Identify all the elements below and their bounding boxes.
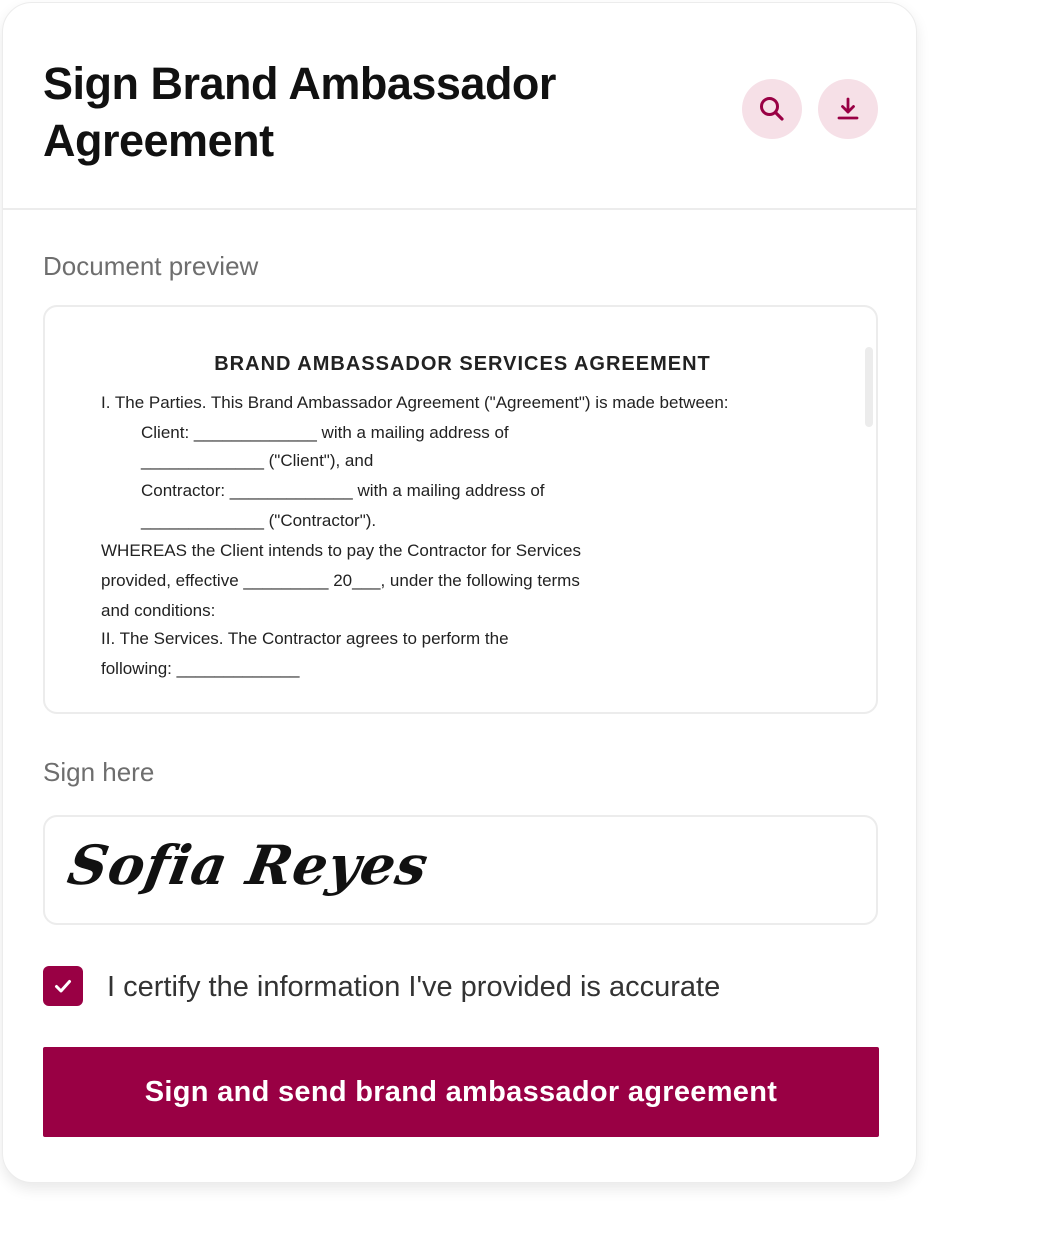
certify-checkbox[interactable]: [43, 966, 83, 1006]
signature-field[interactable]: Sofia Reyes: [43, 815, 878, 925]
document-preview[interactable]: BRAND AMBASSADOR SERVICES AGREEMENT I. T…: [43, 305, 878, 714]
download-icon: [837, 97, 859, 120]
signing-card: Sign Brand Ambassador Agreement Document…: [2, 2, 917, 1183]
preview-scrollbar[interactable]: [865, 347, 873, 427]
sign-here-label: Sign here: [43, 757, 155, 787]
document-line: I. The Parties. This Brand Ambassador Ag…: [101, 393, 729, 412]
certify-label: I certify the information I've provided …: [107, 971, 721, 1003]
document-line: II. The Services. The Contractor agrees …: [101, 629, 509, 648]
document-line: Contractor: _____________ with a mailing…: [141, 481, 545, 500]
card-header: Sign Brand Ambassador Agreement: [3, 3, 916, 210]
search-button[interactable]: [742, 79, 802, 139]
document-line: provided, effective _________ 20___, und…: [101, 571, 580, 590]
signature-text: Sofia Reyes: [63, 833, 434, 897]
document-preview-label: Document preview: [43, 251, 259, 281]
sign-and-send-button[interactable]: Sign and send brand ambassador agreement: [43, 1047, 879, 1137]
document-line: _____________ ("Client"), and: [141, 451, 374, 470]
document-line: following: _____________: [101, 659, 300, 678]
document-title: BRAND AMBASSADOR SERVICES AGREEMENT: [214, 353, 711, 375]
document-line: Client: _____________ with a mailing add…: [141, 423, 509, 442]
search-icon: [760, 97, 784, 121]
checkmark-icon: [55, 980, 71, 993]
page-title: Sign Brand Ambassador Agreement: [43, 58, 556, 166]
document-line: and conditions:: [101, 601, 216, 620]
document-line: _____________ ("Contractor").: [141, 511, 377, 530]
download-button[interactable]: [818, 79, 878, 139]
document-line: WHEREAS the Client intends to pay the Co…: [101, 541, 581, 560]
